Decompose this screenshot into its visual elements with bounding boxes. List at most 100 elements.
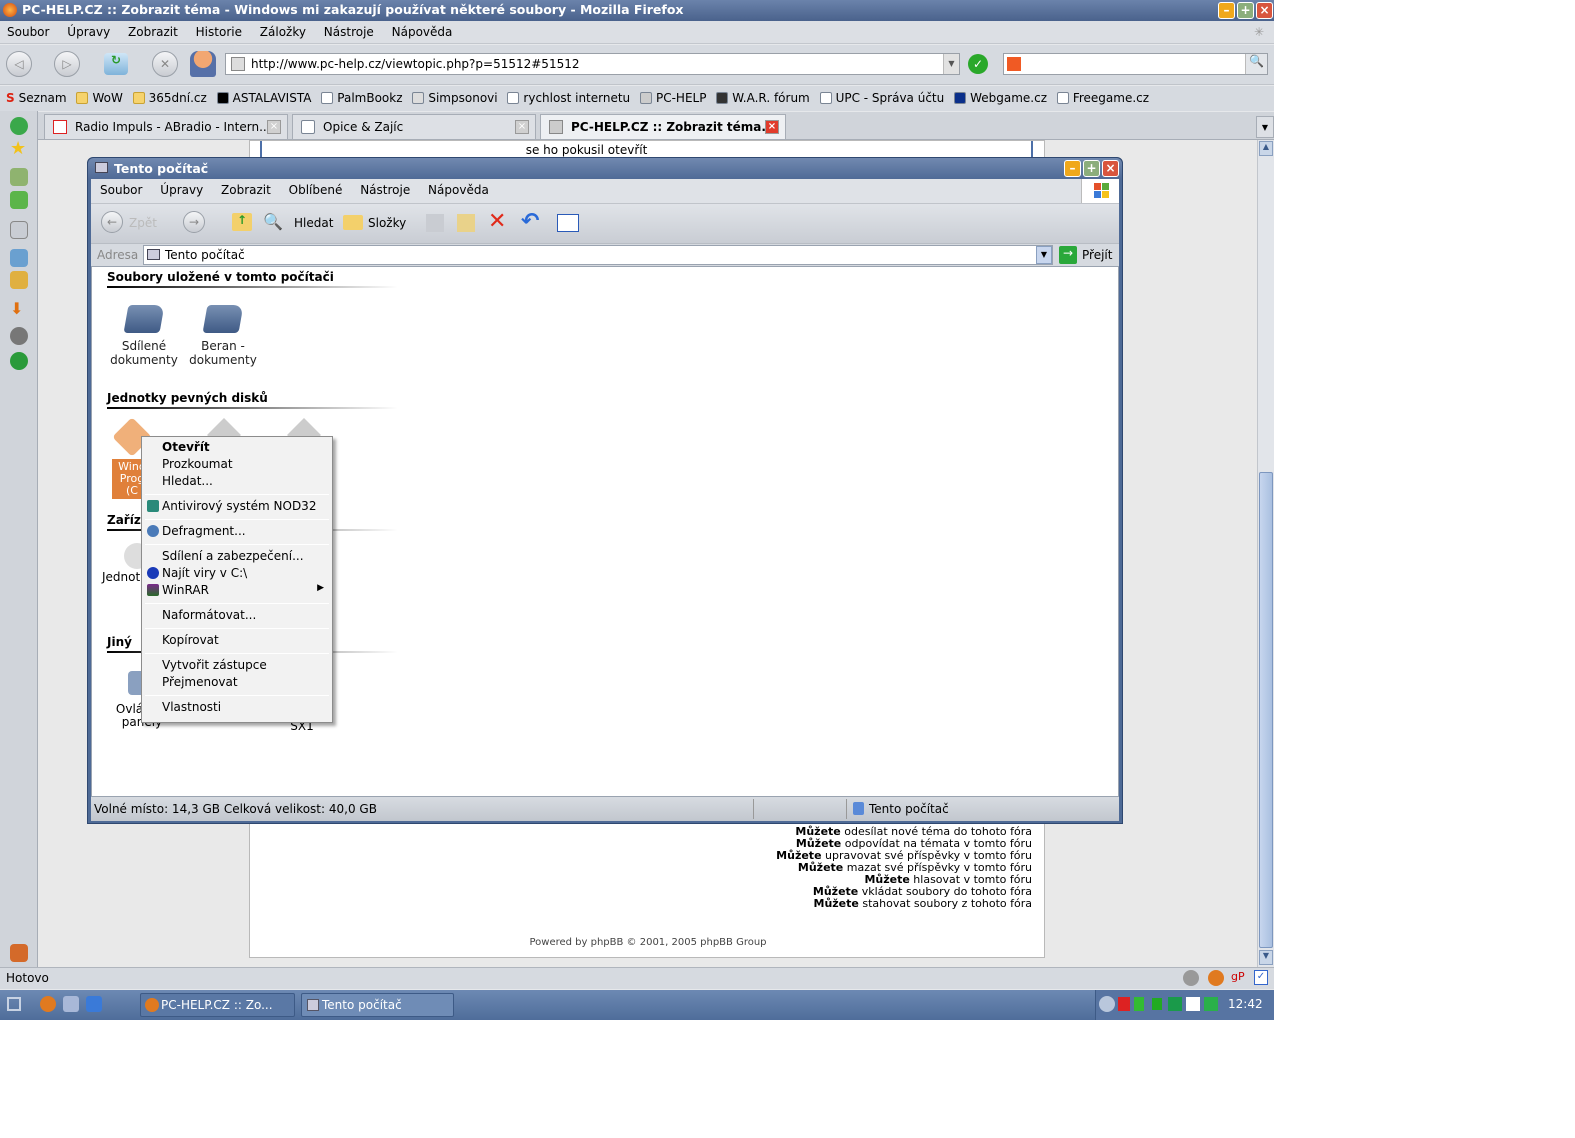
menu-item-scan-viruses[interactable]: Najít viry v C:\ bbox=[142, 565, 332, 582]
menu-item-defragment[interactable]: Defragment... bbox=[142, 523, 332, 540]
clock[interactable]: 12:42 bbox=[1228, 997, 1263, 1011]
gp-icon[interactable]: gP bbox=[1231, 970, 1245, 983]
search-button[interactable]: Hledat bbox=[294, 216, 333, 230]
explorer-close-button[interactable]: × bbox=[1102, 160, 1119, 177]
bookmark[interactable]: W.A.R. fórum bbox=[716, 91, 810, 105]
forward-button[interactable]: ▷ bbox=[54, 51, 80, 77]
back-label[interactable]: Zpět bbox=[129, 216, 157, 230]
menu-item-sharing[interactable]: Sdílení a zabezpečení... bbox=[142, 548, 332, 565]
menu-nastroje[interactable]: Nástroje bbox=[353, 179, 417, 201]
reload-button[interactable]: ↻ bbox=[104, 53, 128, 75]
menu-item-format[interactable]: Naformátovat... bbox=[142, 607, 332, 624]
close-tab-button[interactable]: × bbox=[515, 120, 529, 134]
scroll-up-button[interactable]: ▲ bbox=[1259, 141, 1273, 156]
menu-napoveda[interactable]: Nápověda bbox=[421, 179, 496, 201]
menu-historie[interactable]: Historie bbox=[189, 21, 249, 43]
dvd-drive-item[interactable]: Jednotka DVD-RW bbox=[102, 543, 209, 603]
tab-opice-zajic[interactable]: Opice & Zajíc × bbox=[292, 114, 536, 139]
tab-radio-impuls[interactable]: Radio Impuls - ABradio - Intern... × bbox=[44, 114, 288, 139]
url-input[interactable]: http://www.pc-help.cz/viewtopic.php?p=51… bbox=[225, 53, 960, 75]
vertical-scrollbar[interactable]: ▲ ▼ bbox=[1257, 140, 1274, 967]
folders-button[interactable]: Složky bbox=[368, 216, 406, 230]
menu-soubor[interactable]: Soubor bbox=[0, 21, 56, 43]
taskbar-button-explorer[interactable]: Tento počítač bbox=[301, 993, 454, 1017]
scroll-down-button[interactable]: ▼ bbox=[1259, 950, 1273, 965]
menu-item-rename[interactable]: Přejmenovat bbox=[142, 674, 332, 691]
bookmark[interactable]: Freegame.cz bbox=[1056, 91, 1149, 105]
search-icon[interactable]: 🔍 bbox=[1245, 54, 1267, 74]
taskbar-button-firefox[interactable]: PC-HELP.CZ :: Zo... bbox=[140, 993, 295, 1017]
status-icon-l[interactable] bbox=[1183, 970, 1199, 986]
menu-item-open[interactable]: Otevřít bbox=[142, 439, 332, 456]
tab-list-button[interactable]: ▼ bbox=[1256, 116, 1274, 138]
puzzle-icon[interactable] bbox=[10, 191, 28, 209]
tray-icon[interactable] bbox=[1118, 997, 1130, 1011]
bookmark[interactable]: rychlost internetu bbox=[507, 91, 630, 105]
tray-icon[interactable] bbox=[1168, 997, 1182, 1011]
quicklaunch-icon[interactable] bbox=[63, 996, 79, 1012]
folders-icon[interactable] bbox=[343, 215, 363, 230]
folder-up-icon[interactable]: ↑ bbox=[232, 213, 252, 231]
search-input[interactable]: 🔍 bbox=[1003, 53, 1268, 75]
menu-napoveda[interactable]: Nápověda bbox=[385, 21, 460, 43]
close-tab-button[interactable]: × bbox=[267, 120, 281, 134]
menu-item-create-shortcut[interactable]: Vytvořit zástupce bbox=[142, 657, 332, 674]
maximize-button[interactable]: + bbox=[1237, 2, 1254, 19]
back-button[interactable]: ← bbox=[101, 211, 123, 233]
go-button[interactable]: Přejít bbox=[1082, 248, 1112, 262]
bookmark[interactable]: S Seznam bbox=[6, 91, 67, 105]
firefox-quicklaunch-icon[interactable] bbox=[40, 996, 56, 1012]
minimize-button[interactable]: – bbox=[1218, 2, 1235, 19]
tab-pc-help[interactable]: PC-HELP.CZ :: Zobrazit téma... × bbox=[540, 114, 786, 139]
back-circle-icon[interactable] bbox=[10, 117, 28, 135]
bookmark-folder[interactable]: WoW bbox=[76, 91, 123, 105]
powered-by[interactable]: Powered by phpBB © 2001, 2005 phpBB Grou… bbox=[250, 937, 1046, 948]
print-icon[interactable] bbox=[10, 221, 28, 239]
menu-oblibene[interactable]: Oblíbené bbox=[282, 179, 350, 201]
delete-icon[interactable]: ✕ bbox=[488, 209, 506, 234]
home-button[interactable] bbox=[190, 51, 216, 77]
menu-zobrazit[interactable]: Zobrazit bbox=[121, 21, 185, 43]
forward-button[interactable]: → bbox=[183, 211, 205, 233]
explorer-minimize-button[interactable]: – bbox=[1064, 160, 1081, 177]
ie-quicklaunch-icon[interactable] bbox=[86, 996, 102, 1012]
go-arrow-icon[interactable]: → bbox=[1059, 246, 1077, 264]
explorer-maximize-button[interactable]: + bbox=[1083, 160, 1100, 177]
tool-icon[interactable] bbox=[10, 168, 28, 186]
views-icon[interactable] bbox=[557, 214, 579, 232]
scroll-thumb[interactable] bbox=[1259, 472, 1273, 948]
bookmark[interactable]: Simpsonovi bbox=[412, 91, 498, 105]
bookmark[interactable]: Webgame.cz bbox=[954, 91, 1047, 105]
menu-upravy[interactable]: Úpravy bbox=[153, 179, 210, 201]
folder-item-beran-docs[interactable]: Beran - dokumenty bbox=[183, 305, 263, 367]
menu-item-copy[interactable]: Kopírovat bbox=[142, 632, 332, 649]
image-icon[interactable] bbox=[10, 249, 28, 267]
menu-soubor[interactable]: Soubor bbox=[91, 179, 149, 201]
menu-item-properties[interactable]: Vlastnosti bbox=[142, 699, 332, 716]
search-icon[interactable]: 🔍 bbox=[263, 212, 283, 231]
globe-icon[interactable] bbox=[10, 327, 28, 345]
search-engine-icon[interactable] bbox=[1007, 57, 1021, 71]
undo-icon[interactable]: ↶ bbox=[521, 209, 539, 234]
menu-item-search[interactable]: Hledat... bbox=[142, 473, 332, 490]
menu-upravy[interactable]: Úpravy bbox=[60, 21, 117, 43]
tray-icon[interactable] bbox=[1186, 997, 1200, 1011]
address-input[interactable]: Tento počítač ▼ bbox=[143, 245, 1053, 265]
tray-expand-icon[interactable] bbox=[1099, 996, 1115, 1012]
firefox-status-icon[interactable] bbox=[1208, 970, 1224, 986]
gear-icon[interactable] bbox=[10, 271, 28, 289]
url-dropdown-icon[interactable]: ▼ bbox=[943, 54, 959, 74]
language-icon[interactable] bbox=[10, 352, 28, 370]
copy-to-icon[interactable] bbox=[457, 214, 475, 232]
menu-item-winrar[interactable]: WinRAR ▶ bbox=[142, 582, 332, 599]
go-check-icon[interactable]: ✓ bbox=[968, 54, 988, 74]
folder-item-shared-docs[interactable]: Sdílené dokumenty bbox=[104, 305, 184, 367]
menu-zalozky[interactable]: Záložky bbox=[253, 21, 313, 43]
stop-button[interactable]: ✕ bbox=[152, 51, 178, 77]
star-icon[interactable]: ★ bbox=[10, 140, 28, 158]
bookmark[interactable]: PalmBookz bbox=[321, 91, 403, 105]
home-small-icon[interactable] bbox=[10, 944, 28, 962]
address-dropdown-icon[interactable]: ▼ bbox=[1036, 246, 1052, 264]
tray-icon[interactable] bbox=[1152, 998, 1162, 1010]
bookmark-folder[interactable]: 365dní.cz bbox=[132, 91, 207, 105]
